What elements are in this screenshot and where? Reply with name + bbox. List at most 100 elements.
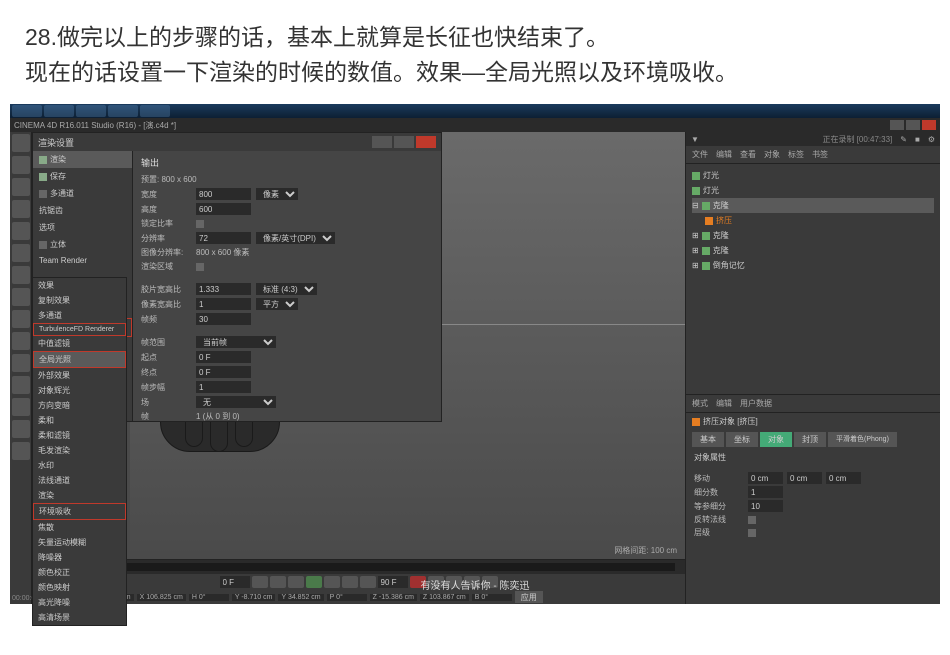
tool-icon[interactable] [12,332,30,350]
effects-menu-item[interactable]: 柔和 [33,413,126,428]
taskbar-item[interactable] [12,105,42,117]
dialog-close[interactable] [416,136,436,148]
stop-icon[interactable]: ■ [915,135,920,144]
start-input[interactable] [196,351,251,363]
prev-frame-button[interactable] [288,576,304,588]
effects-menu-item[interactable]: 法线通道 [33,473,126,488]
effects-menu-item[interactable]: 水印 [33,458,126,473]
tool-icon[interactable] [12,310,30,328]
tab-file[interactable]: 文件 [692,149,708,160]
attr-subdiv-input[interactable] [748,486,783,498]
range-select[interactable]: 当前帧 [196,336,276,348]
tab-userdata[interactable]: 用户数据 [740,398,772,409]
attr-tab-basic[interactable]: 基本 [692,432,724,447]
effects-menu-item[interactable]: 多通道 [33,308,126,323]
goto-end-button[interactable] [360,576,376,588]
effects-menu-item[interactable]: 焦散 [33,520,126,535]
next-frame-button[interactable] [324,576,340,588]
tool-icon[interactable] [12,244,30,262]
effects-menu-item[interactable]: 复制效果 [33,293,126,308]
render-cat-aa[interactable]: 抗锯齿 [33,202,132,219]
coord-y[interactable]: Y -8.710 cm [232,594,276,601]
tool-icon[interactable] [12,288,30,306]
attr-tab-coord[interactable]: 坐标 [726,432,758,447]
height-input[interactable] [196,203,251,215]
tree-item-extrude[interactable]: 挤压 [692,213,934,228]
attr-tab-phong[interactable]: 平滑着色(Phong) [828,432,897,447]
tree-item-bevel[interactable]: ⊞倒角记忆 [692,258,934,273]
tool-icon[interactable] [12,200,30,218]
end-input[interactable] [196,366,251,378]
coord-sx[interactable]: X 106.825 cm [137,594,186,601]
render-cat-multipass[interactable]: 多通道 [33,185,132,202]
effects-menu-item[interactable]: 方向变暗 [33,398,126,413]
render-cat-team[interactable]: Team Render [33,253,132,268]
next-key-button[interactable] [342,576,358,588]
film-ratio-input[interactable] [196,283,251,295]
attr-flip-checkbox[interactable] [748,516,756,524]
coord-sz[interactable]: Z 103.867 cm [420,594,469,601]
dialog-maximize[interactable] [394,136,414,148]
tool-icon[interactable] [12,376,30,394]
close-button[interactable] [922,120,936,130]
width-unit-select[interactable]: 像素 [256,188,298,200]
frame-end-input[interactable] [378,576,408,588]
effects-menu-item[interactable]: 中值滤镜 [33,336,126,351]
lock-ratio-checkbox[interactable] [196,220,204,228]
prev-key-button[interactable] [270,576,286,588]
tree-item-light[interactable]: 灯光 [692,168,934,183]
render-cat-options[interactable]: 选项 [33,219,132,236]
edit-icon[interactable]: ✎ [900,135,907,144]
effects-menu-item[interactable]: 矢量运动模糊 [33,535,126,550]
attr-move-y[interactable] [787,472,822,484]
tree-item-clone[interactable]: ⊞克隆 [692,243,934,258]
width-input[interactable] [196,188,251,200]
tree-item-clone[interactable]: ⊟克隆 [692,198,934,213]
effects-menu-item[interactable]: 渲染 [33,488,126,503]
tool-icon[interactable] [12,398,30,416]
tab-mode[interactable]: 模式 [692,398,708,409]
tab-edit[interactable]: 编辑 [716,398,732,409]
effects-menu-item[interactable]: 效果 [33,278,126,293]
resolution-input[interactable] [196,232,251,244]
fps-input[interactable] [196,313,251,325]
attr-move-x[interactable] [748,472,783,484]
attr-iso-input[interactable] [748,500,783,512]
tool-icon[interactable] [12,222,30,240]
coord-sy[interactable]: Y 34.852 cm [278,594,323,601]
effects-menu-item[interactable]: 颜色校正 [33,565,126,580]
effects-menu-item[interactable]: 毛发渲染 [33,443,126,458]
taskbar-item[interactable] [140,105,170,117]
goto-start-button[interactable] [252,576,268,588]
tool-icon[interactable] [12,266,30,284]
effects-menu-item[interactable]: 对象辉光 [33,383,126,398]
minimize-button[interactable] [890,120,904,130]
attr-move-z[interactable] [826,472,861,484]
effects-menu-global-illumination[interactable]: 全局光照 [33,351,126,368]
tool-icon[interactable] [12,354,30,372]
taskbar-item[interactable] [44,105,74,117]
maximize-button[interactable] [906,120,920,130]
effects-menu-item[interactable]: 颜色映射 [33,580,126,595]
apply-button[interactable]: 应用 [515,591,543,603]
settings-icon[interactable]: ⚙ [928,135,935,144]
nav-icon[interactable]: ▼ [691,135,699,144]
render-cat-output[interactable]: 渲染 [33,151,132,168]
tool-icon[interactable] [12,420,30,438]
taskbar-item[interactable] [108,105,138,117]
field-select[interactable]: 无 [196,396,276,408]
timeline[interactable]: 0 [32,560,685,574]
coord-b[interactable]: B 0° [472,594,512,601]
tree-item-clone[interactable]: ⊞克隆 [692,228,934,243]
attr-tab-object[interactable]: 对象 [760,432,792,447]
timeline-track[interactable] [46,563,675,571]
effects-menu-item[interactable]: 高清场景 [33,610,126,625]
effects-menu-item[interactable]: 柔和滤镜 [33,428,126,443]
effects-menu-ambient-occlusion[interactable]: 环境吸收 [33,503,126,520]
coord-h[interactable]: H 0° [189,594,229,601]
pixel-preset-select[interactable]: 平方 [256,298,298,310]
tab-view[interactable]: 查看 [740,149,756,160]
tab-bookmark[interactable]: 书签 [812,149,828,160]
coord-z[interactable]: Z -15.386 cm [370,594,417,601]
tree-item-light[interactable]: 灯光 [692,183,934,198]
